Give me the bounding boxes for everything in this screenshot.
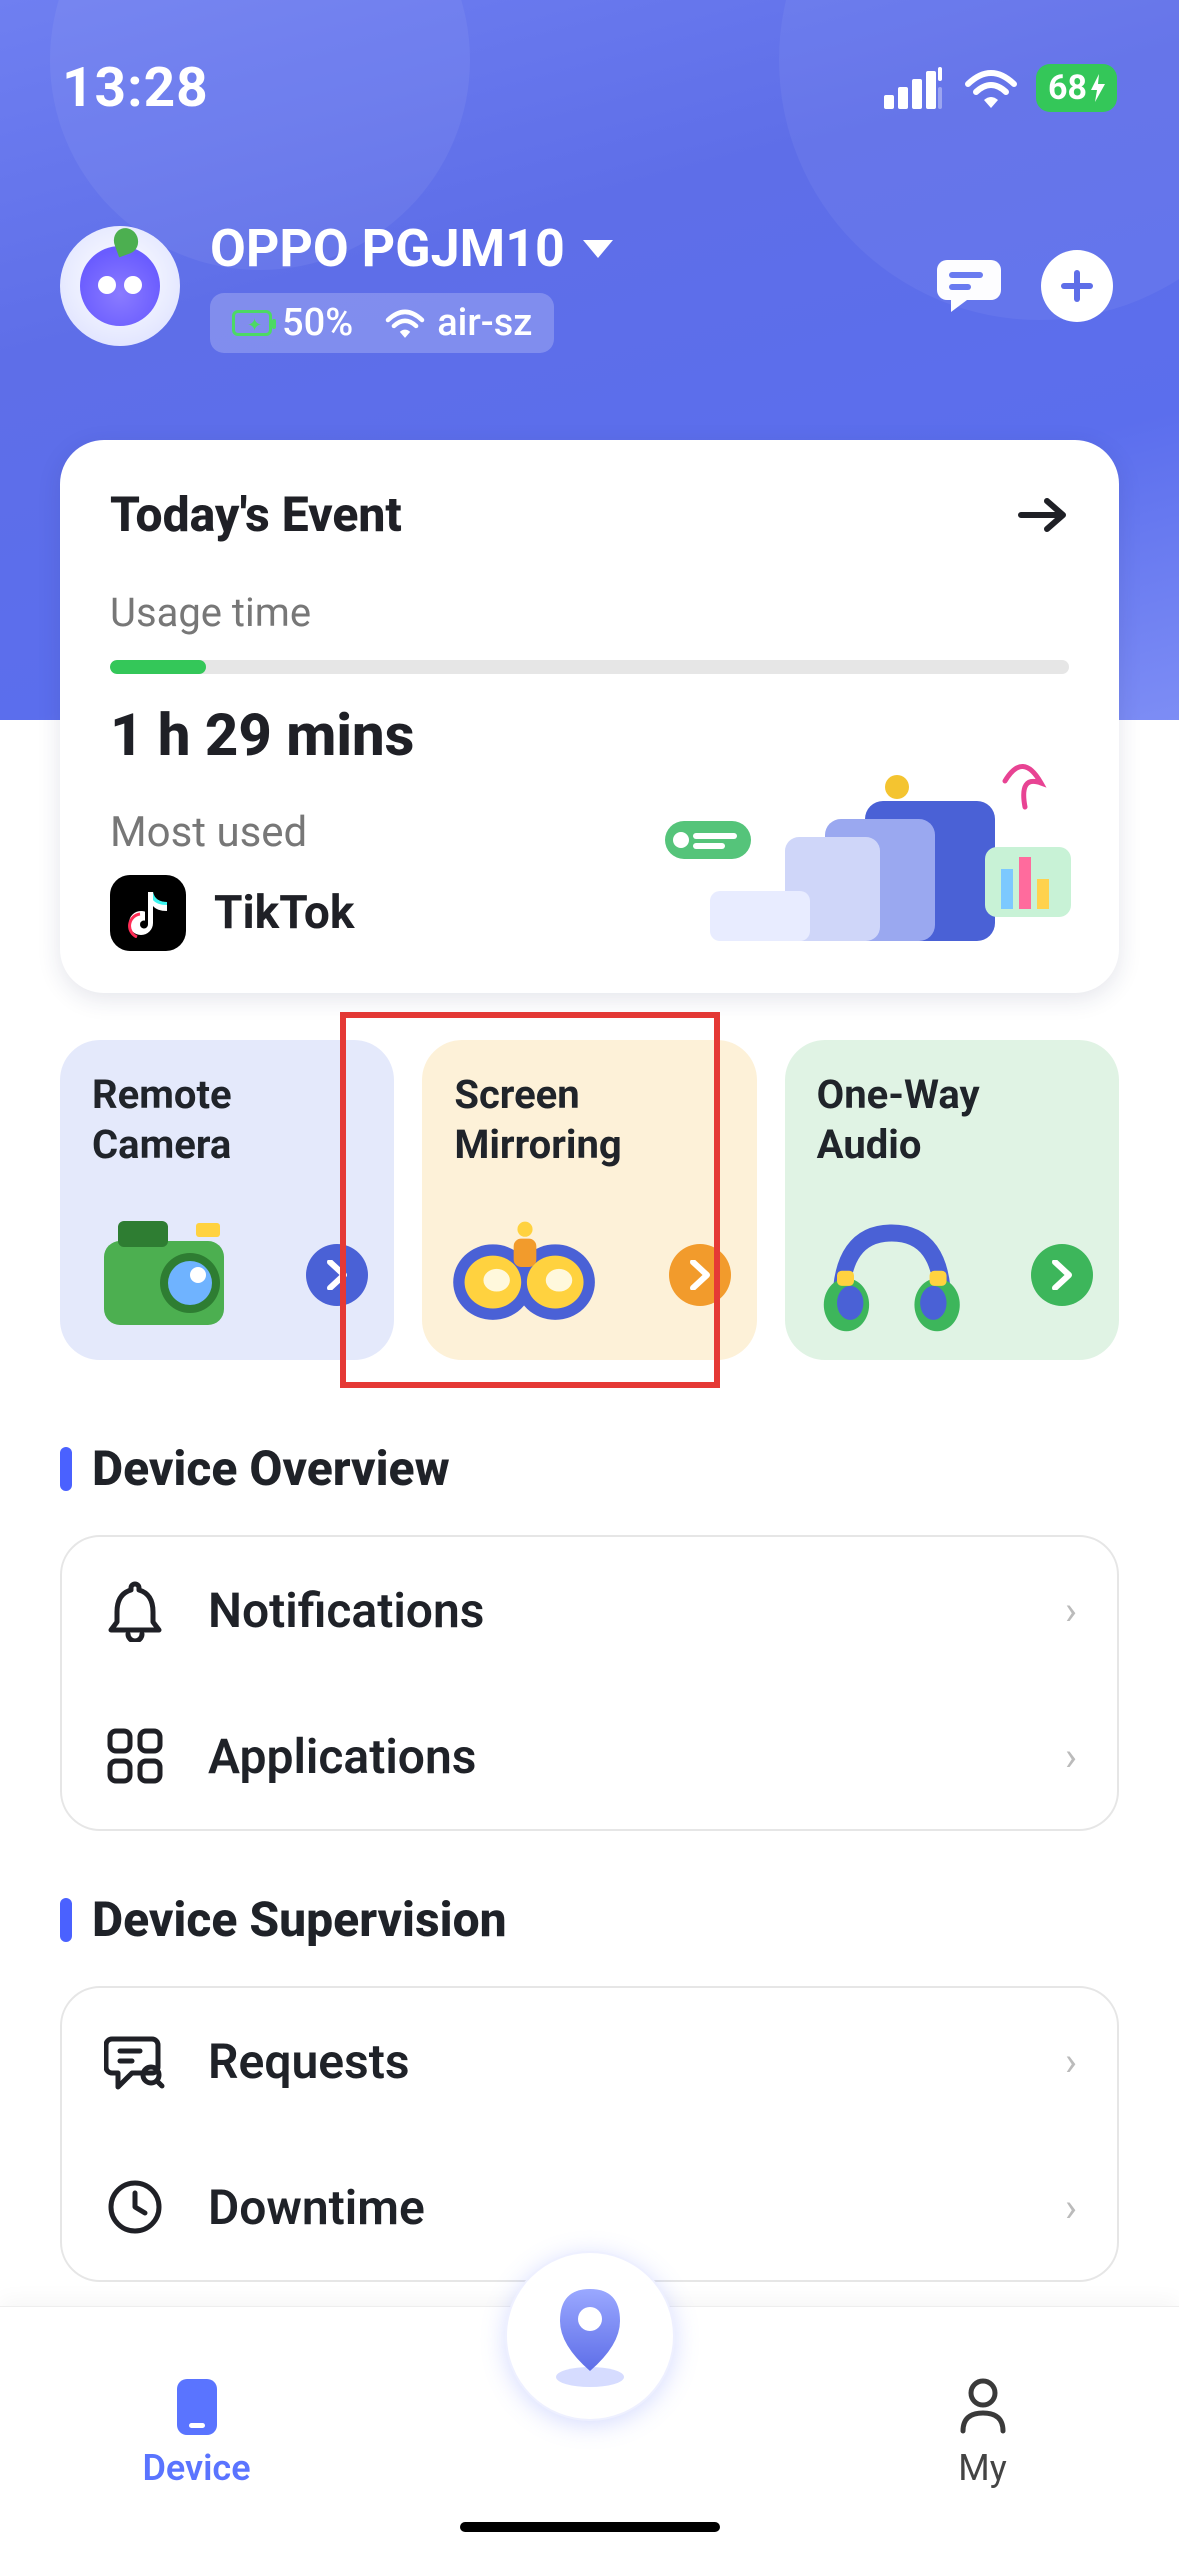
status-indicators: 68 xyxy=(884,64,1117,112)
binoculars-icon xyxy=(440,1192,610,1342)
clock-icon xyxy=(102,2174,168,2240)
plus-icon xyxy=(1059,268,1095,304)
chat-icon xyxy=(933,256,1005,312)
usage-illustration xyxy=(665,761,1075,961)
tab-label: Device xyxy=(142,2447,250,2489)
applications-item[interactable]: Applications › xyxy=(62,1683,1117,1829)
tab-label: My xyxy=(958,2447,1006,2489)
wifi-icon xyxy=(385,308,425,338)
location-pin-icon xyxy=(545,2281,635,2391)
usage-time-value: 1 h 29 mins xyxy=(110,702,1069,770)
bottom-tab-bar: Device My xyxy=(0,2306,1179,2556)
requests-item[interactable]: Requests › xyxy=(62,1988,1117,2134)
camera-icon xyxy=(78,1192,248,1342)
overview-list: Notifications › Applications › xyxy=(60,1535,1119,1831)
battery-indicator: 68 xyxy=(1036,64,1117,112)
tab-device[interactable]: Device xyxy=(0,2307,393,2556)
chevron-right-icon: › xyxy=(1065,2038,1077,2085)
tiktok-icon xyxy=(110,875,186,951)
remote-camera-card[interactable]: Remote Camera xyxy=(60,1040,394,1360)
go-button[interactable] xyxy=(306,1244,368,1306)
feature-title: Screen Mirroring xyxy=(454,1070,724,1170)
section-header-overview: Device Overview xyxy=(0,1380,1179,1497)
list-label: Applications xyxy=(208,1728,1025,1785)
arrow-right-icon xyxy=(1015,495,1069,535)
device-tab-icon xyxy=(165,2375,229,2439)
device-status-chip: ✦ 50% air-sz xyxy=(210,293,554,353)
device-selector[interactable]: OPPO PGJM10 xyxy=(210,218,933,279)
feature-row: Remote Camera Screen Mirroring xyxy=(0,1040,1179,1360)
device-battery: ✦ 50% xyxy=(232,301,353,345)
chevron-right-icon: › xyxy=(1065,1733,1077,1780)
chevron-right-icon xyxy=(1049,1260,1075,1290)
usage-progress-bar xyxy=(110,660,1069,674)
list-label: Requests xyxy=(208,2033,1025,2090)
most-used-app-name: TikTok xyxy=(214,886,354,940)
request-icon xyxy=(102,2028,168,2094)
chevron-right-icon xyxy=(687,1260,713,1290)
feature-title: Remote Camera xyxy=(92,1070,362,1170)
one-way-audio-card[interactable]: One-Way Audio xyxy=(785,1040,1119,1360)
chevron-right-icon: › xyxy=(1065,1587,1077,1634)
go-button[interactable] xyxy=(669,1244,731,1306)
bell-icon xyxy=(102,1577,168,1643)
status-time: 13:28 xyxy=(62,56,209,120)
tab-my[interactable]: My xyxy=(786,2307,1179,2556)
screen-mirroring-card[interactable]: Screen Mirroring xyxy=(422,1040,756,1360)
device-name: OPPO PGJM10 xyxy=(210,218,565,279)
headphones-icon xyxy=(803,1192,973,1342)
section-title: Device Overview xyxy=(92,1440,450,1497)
list-label: Downtime xyxy=(208,2179,1025,2236)
list-label: Notifications xyxy=(208,1582,1025,1639)
chevron-right-icon xyxy=(324,1260,350,1290)
device-avatar[interactable] xyxy=(60,226,180,346)
chevron-down-icon xyxy=(583,240,613,258)
add-device-button[interactable] xyxy=(1041,250,1113,322)
apps-icon xyxy=(102,1723,168,1789)
usage-time-label: Usage time xyxy=(110,589,1069,636)
today-event-card[interactable]: Today's Event Usage time 1 h 29 mins Mos… xyxy=(60,440,1119,993)
chevron-right-icon: › xyxy=(1065,2184,1077,2231)
home-indicator[interactable] xyxy=(460,2522,720,2532)
cellular-icon xyxy=(884,67,946,109)
event-title: Today's Event xyxy=(110,486,402,543)
go-button[interactable] xyxy=(1031,1244,1093,1306)
battery-percent: 68 xyxy=(1048,68,1087,108)
section-title: Device Supervision xyxy=(92,1891,507,1948)
section-header-supervision: Device Supervision xyxy=(0,1831,1179,1948)
notifications-item[interactable]: Notifications › xyxy=(62,1537,1117,1683)
profile-tab-icon xyxy=(951,2375,1015,2439)
messages-button[interactable] xyxy=(933,256,1005,316)
device-header-row: OPPO PGJM10 ✦ 50% air-sz xyxy=(0,128,1179,353)
device-wifi: air-sz xyxy=(385,301,532,345)
supervision-list: Requests › Downtime › xyxy=(60,1986,1119,2282)
status-bar: 13:28 68 xyxy=(0,0,1179,128)
wifi-icon xyxy=(964,68,1018,108)
feature-title: One-Way Audio xyxy=(817,1070,1087,1170)
location-fab[interactable] xyxy=(505,2251,675,2421)
